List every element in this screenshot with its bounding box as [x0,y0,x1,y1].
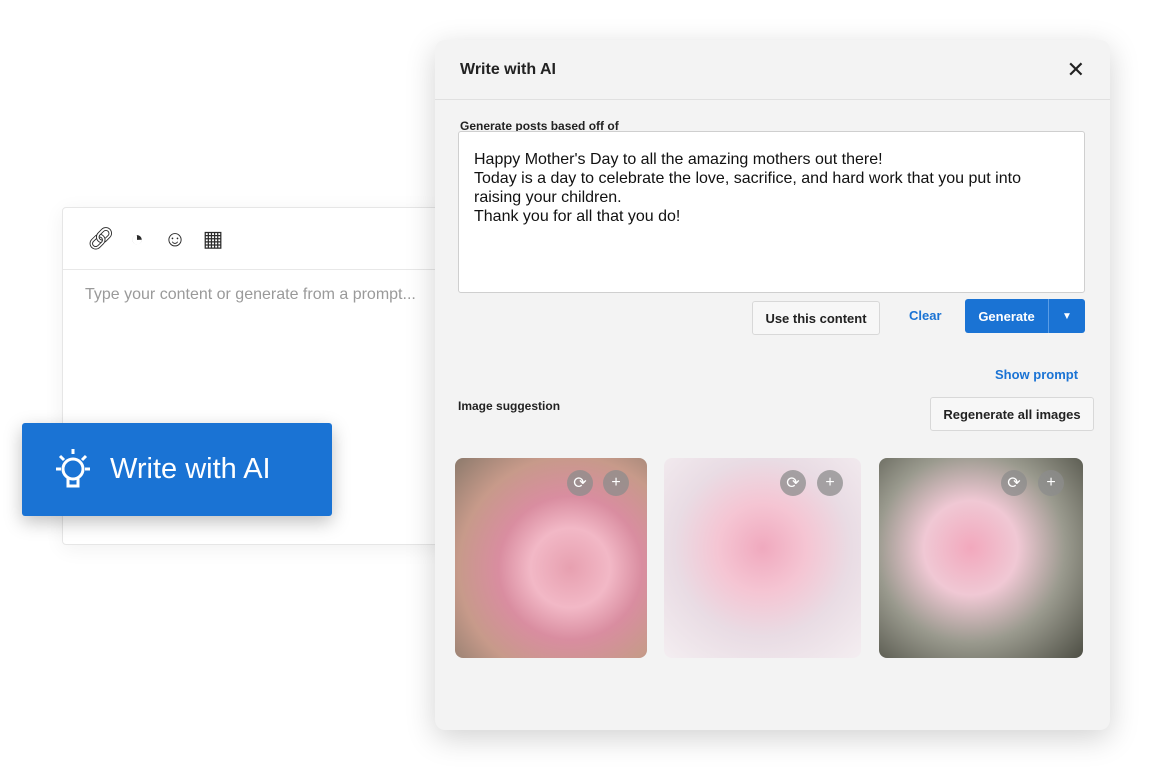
emoji-icon[interactable]: ☺ [163,226,187,252]
close-icon[interactable]: ✕ [1067,57,1085,83]
write-with-ai-dialog: Write with AI ✕ Generate posts based off… [435,40,1110,730]
chevron-down-icon[interactable]: ▼ [1049,299,1085,333]
add-icon[interactable]: + [1038,470,1064,496]
layout-icon[interactable]: ▦ [201,226,225,252]
refresh-icon[interactable]: ⟳ [567,470,593,496]
generate-split-button: Generate ▼ [965,299,1085,333]
prompt-textarea[interactable]: Happy Mother's Day to all the amazing mo… [458,131,1085,293]
write-with-ai-label: Write with AI [110,453,271,485]
show-prompt-link[interactable]: Show prompt [995,367,1078,382]
add-icon[interactable]: + [817,470,843,496]
image-suggestion-3[interactable]: ⟳ + [879,458,1083,658]
regenerate-all-images-button[interactable]: Regenerate all images [930,397,1094,431]
content-input[interactable]: Type your content or generate from a pro… [63,270,451,320]
link-icon[interactable]: 🔗︎ [87,226,115,252]
add-icon[interactable]: + [603,470,629,496]
use-this-content-button[interactable]: Use this content [752,301,880,335]
clear-button[interactable]: Clear [909,308,942,323]
rss-icon[interactable]: ◔ [125,226,149,252]
image-suggestion-2[interactable]: ⟳ + [664,458,861,658]
image-suggestion-label: Image suggestion [458,399,561,413]
write-with-ai-button[interactable]: Write with AI [22,423,332,516]
lightbulb-icon [56,448,90,487]
dialog-title: Write with AI [460,60,556,78]
image-suggestion-1[interactable]: ⟳ + [455,458,647,658]
generate-button[interactable]: Generate [965,299,1049,333]
refresh-icon[interactable]: ⟳ [780,470,806,496]
editor-toolbar: 🔗︎ ◔ ☺ ▦ [63,208,451,270]
refresh-icon[interactable]: ⟳ [1001,470,1027,496]
